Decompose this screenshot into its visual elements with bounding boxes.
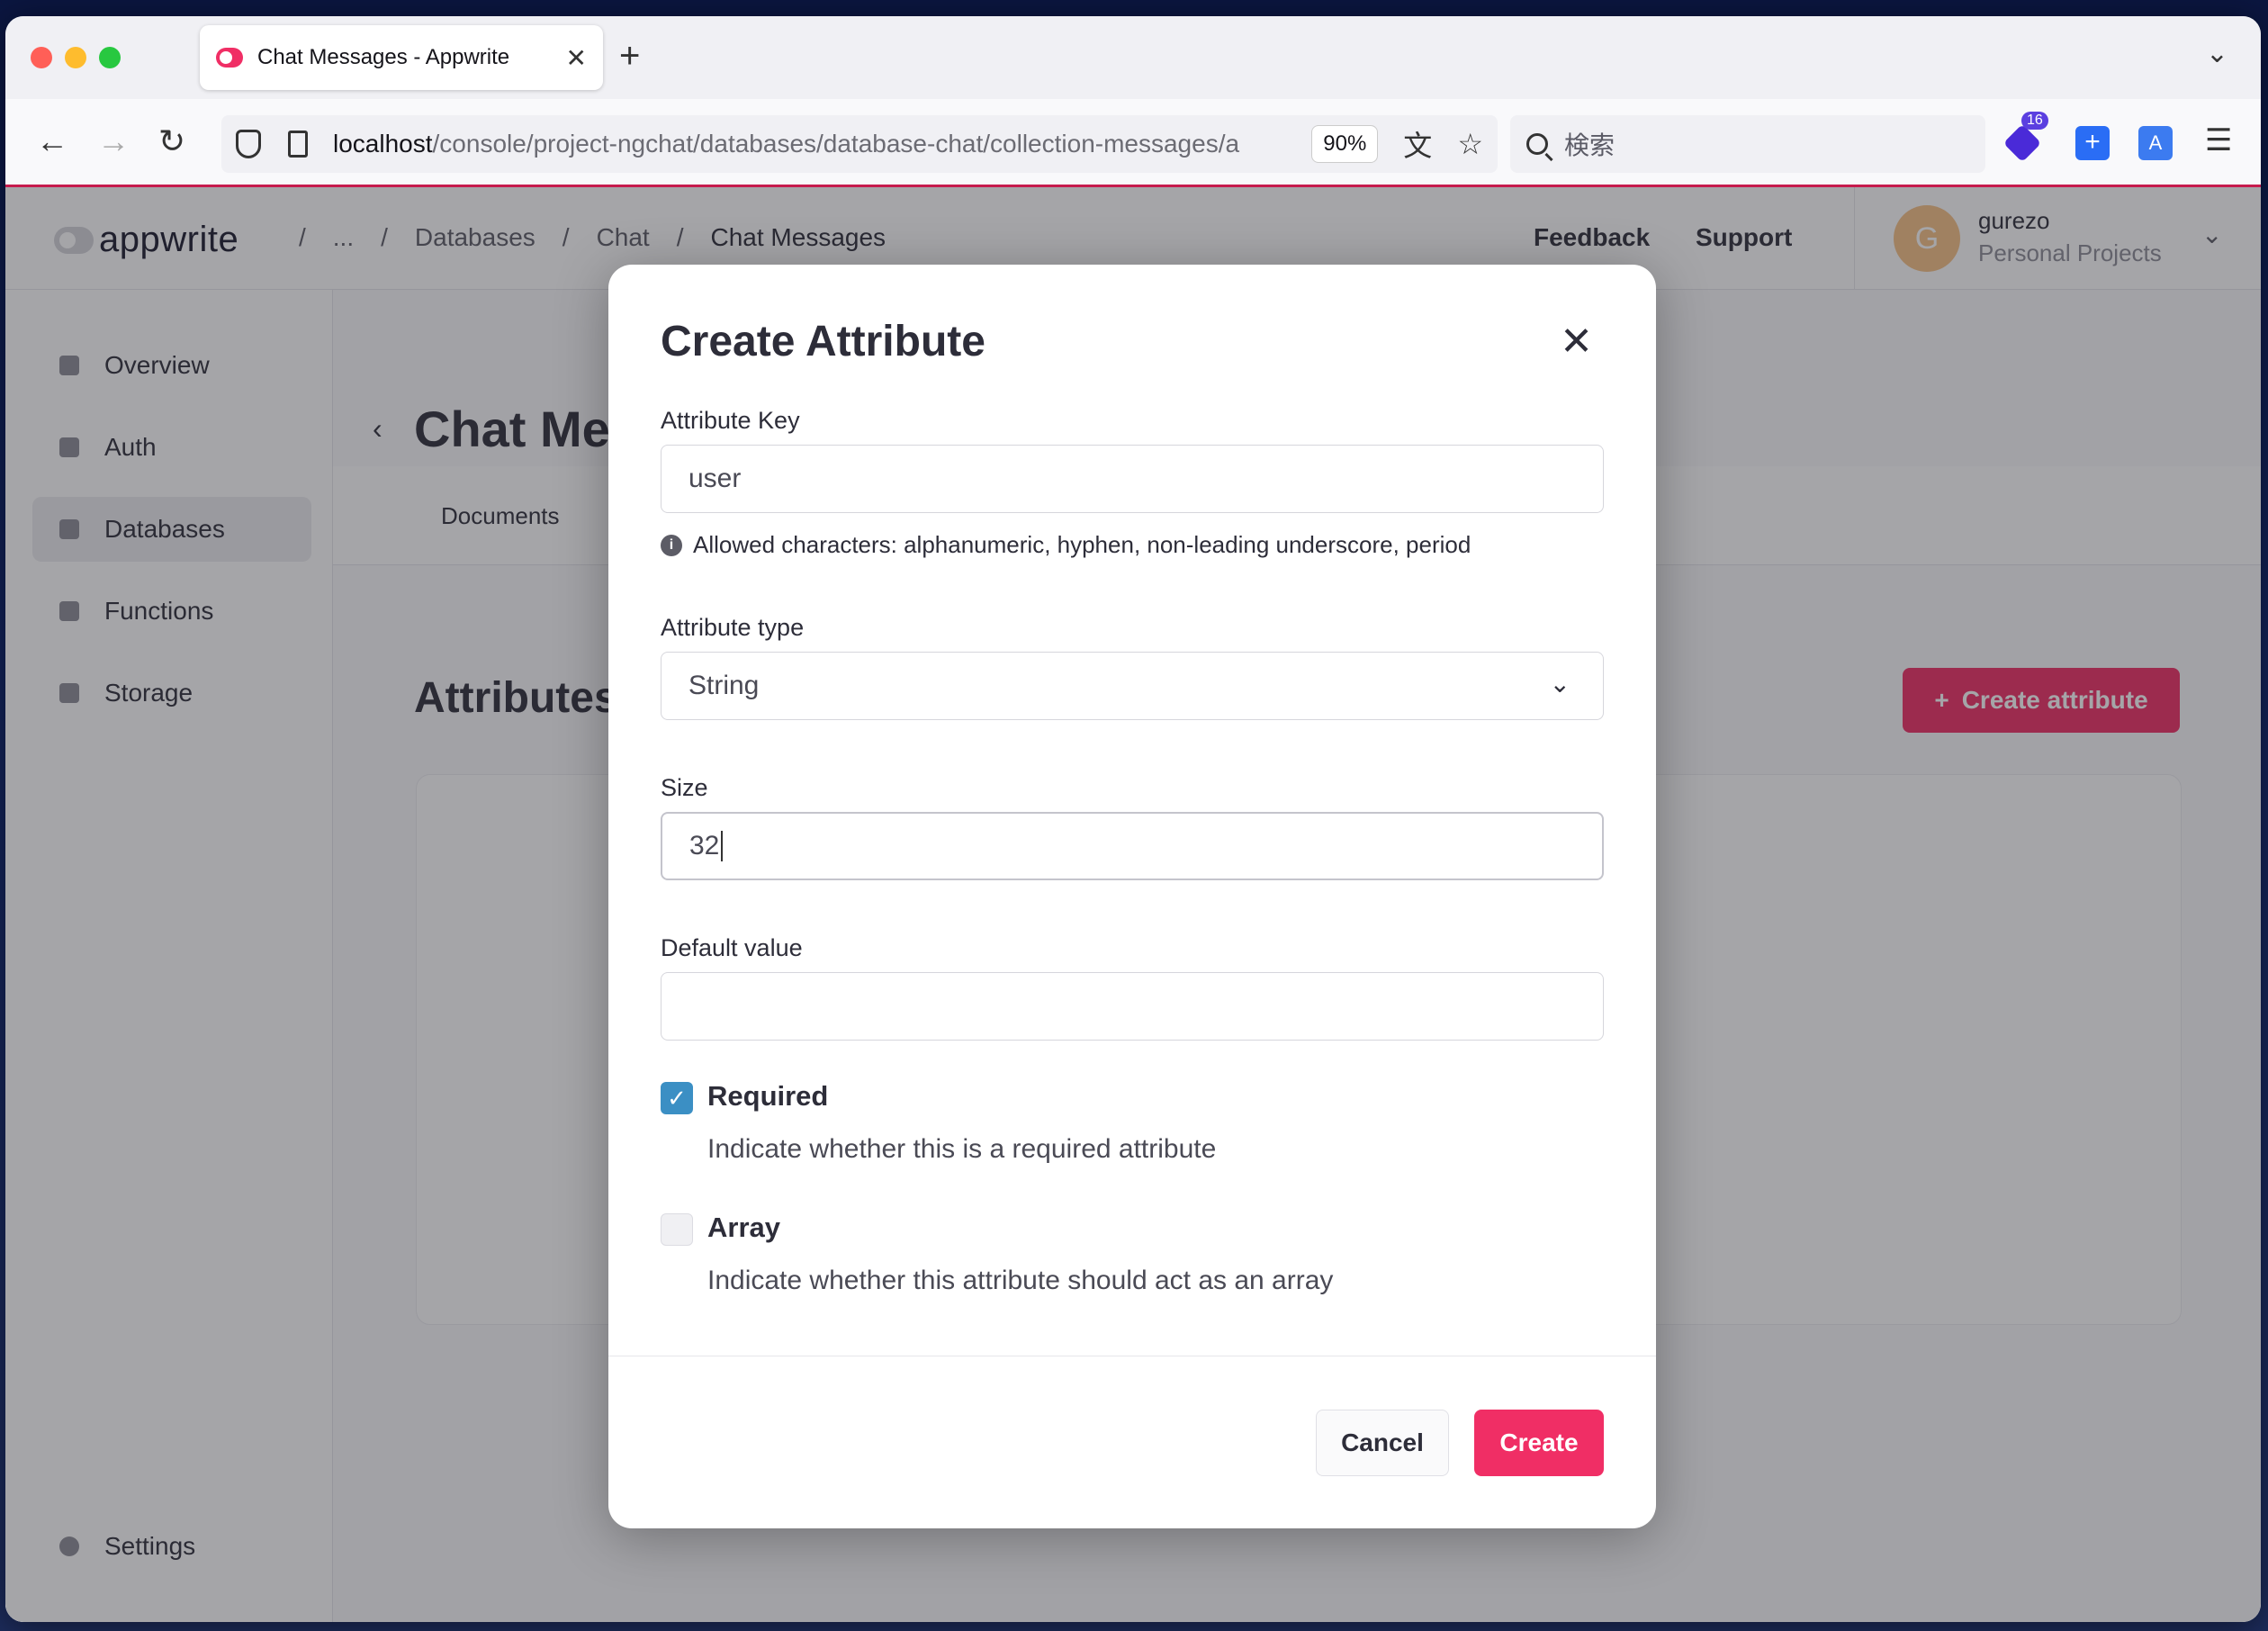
bookmark-star-icon[interactable]: ☆: [1457, 127, 1483, 161]
chevron-down-icon: ⌄: [1549, 670, 1570, 698]
attribute-key-hint: i Allowed characters: alphanumeric, hyph…: [661, 531, 1471, 559]
close-window-button[interactable]: [31, 47, 52, 68]
close-icon[interactable]: ✕: [1560, 322, 1593, 362]
info-icon: i: [661, 534, 682, 556]
required-description: Indicate whether this is a required attr…: [707, 1134, 1217, 1164]
attribute-key-input[interactable]: user: [661, 445, 1604, 513]
reload-icon[interactable]: ↻: [158, 119, 185, 164]
url-text[interactable]: localhost/console/project-ngchat/databas…: [333, 130, 1302, 158]
default-value-label: Default value: [661, 934, 803, 961]
back-arrow-icon[interactable]: ←: [36, 119, 68, 164]
checkmark-icon: ✓: [667, 1084, 687, 1112]
tab-strip: Chat Messages - Appwrite ✕ + ⌄: [5, 16, 2261, 99]
attribute-type-select[interactable]: String ⌄: [661, 652, 1604, 720]
search-placeholder: 検索: [1564, 131, 1616, 159]
shield-icon[interactable]: [236, 130, 261, 158]
add-extension-icon[interactable]: +: [2075, 126, 2110, 160]
text-caret: [721, 831, 724, 861]
cancel-button[interactable]: Cancel: [1316, 1410, 1449, 1476]
hint-text: Allowed characters: alphanumeric, hyphen…: [693, 531, 1472, 558]
required-checkbox[interactable]: ✓: [661, 1082, 693, 1114]
default-value-input[interactable]: [661, 972, 1604, 1041]
attribute-type-label: Attribute type: [661, 614, 805, 641]
zoom-level-badge[interactable]: 90%: [1311, 125, 1379, 163]
translate-icon[interactable]: 文: [1403, 123, 1432, 165]
browser-tab[interactable]: Chat Messages - Appwrite ✕: [200, 25, 603, 90]
new-tab-icon[interactable]: +: [619, 38, 640, 74]
create-button[interactable]: Create: [1474, 1410, 1604, 1476]
list-tabs-chevron-icon[interactable]: ⌄: [2206, 38, 2228, 69]
size-value: 32: [689, 831, 720, 861]
browser-toolbar: ← → ↻ localhost/console/project-ngchat/d…: [5, 99, 2261, 187]
url-path: /console/project-ngchat/databases/databa…: [432, 130, 1240, 158]
appwrite-favicon-icon: [216, 48, 243, 68]
url-host: localhost: [333, 130, 433, 158]
search-icon: [1526, 133, 1548, 155]
forward-arrow-icon[interactable]: →: [97, 119, 130, 164]
tab-title: Chat Messages - Appwrite: [257, 45, 510, 69]
attribute-key-label: Attribute Key: [661, 407, 800, 434]
modal-title: Create Attribute: [661, 318, 986, 365]
minimize-window-button[interactable]: [65, 47, 86, 68]
extension-badge: 16: [2021, 112, 2048, 130]
create-attribute-modal: Create Attribute ✕ Attribute Key user i …: [608, 265, 1656, 1528]
extension-icon[interactable]: [2002, 123, 2042, 163]
array-label[interactable]: Array: [707, 1212, 780, 1244]
translate-extension-icon[interactable]: A: [2138, 126, 2173, 160]
url-bar[interactable]: localhost/console/project-ngchat/databas…: [221, 115, 1498, 173]
size-label: Size: [661, 774, 708, 801]
array-description: Indicate whether this attribute should a…: [707, 1266, 1334, 1295]
close-tab-icon[interactable]: ✕: [566, 43, 587, 73]
maximize-window-button[interactable]: [99, 47, 121, 68]
page-info-icon[interactable]: [288, 131, 308, 158]
search-bar[interactable]: 検索: [1510, 115, 1985, 173]
array-checkbox[interactable]: [661, 1213, 693, 1246]
hamburger-menu-icon[interactable]: ☰: [2205, 122, 2232, 158]
size-input[interactable]: 32: [661, 812, 1604, 880]
attribute-type-value: String: [688, 671, 760, 700]
required-label[interactable]: Required: [707, 1080, 828, 1113]
